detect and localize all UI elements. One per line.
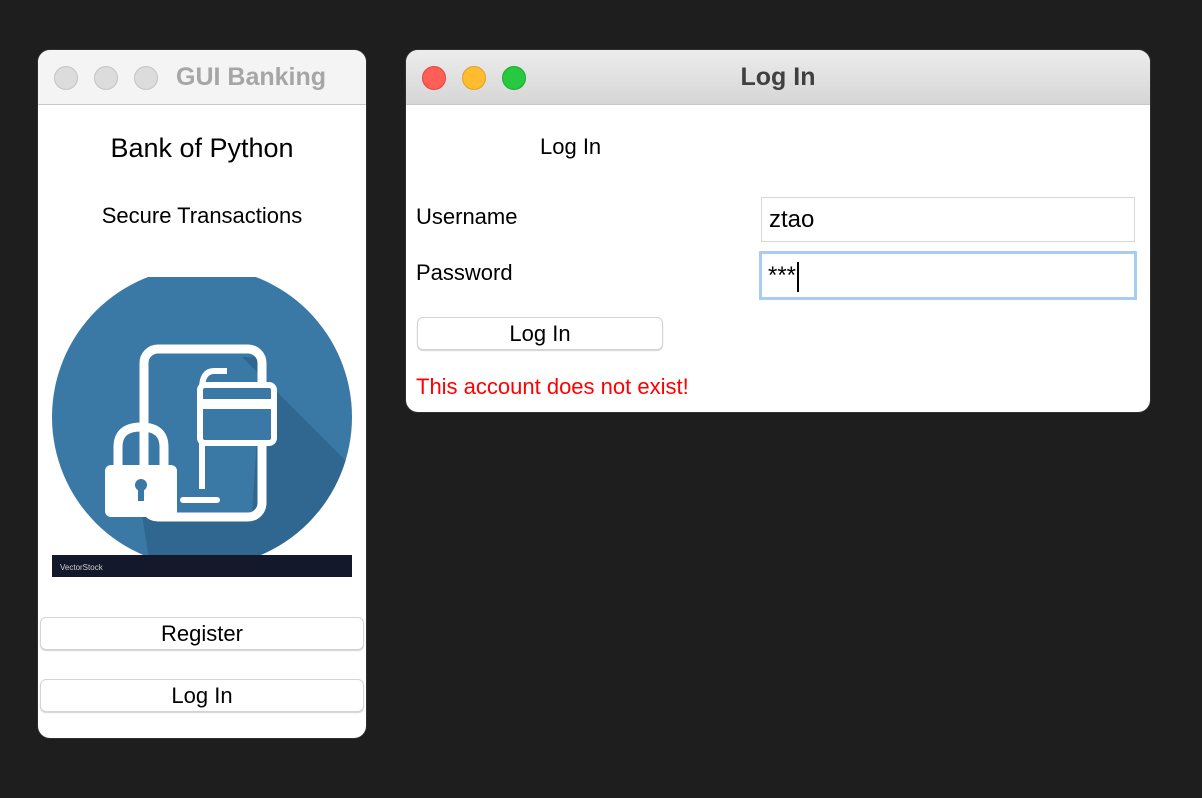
log-in-submit-button[interactable]: Log In	[417, 317, 663, 350]
gui-banking-window: GUI Banking Bank of Python Secure Transa…	[38, 50, 366, 738]
minimize-window-button[interactable]	[94, 66, 118, 90]
secure-banking-illustration: VectorStock	[52, 277, 352, 577]
bank-subtitle: Secure Transactions	[101, 203, 303, 228]
username-field[interactable]: ztao	[761, 197, 1135, 242]
register-button[interactable]: Register	[40, 617, 364, 650]
text-cursor	[797, 261, 800, 292]
password-label: Password	[416, 260, 513, 285]
log-in-button[interactable]: Log In	[40, 679, 364, 712]
password-field[interactable]: ***	[759, 251, 1137, 300]
close-window-button[interactable]	[54, 66, 78, 90]
window-title: Log In	[740, 63, 816, 91]
title-bar[interactable]: Log In	[406, 50, 1150, 105]
username-label: Username	[416, 204, 518, 229]
username-value: ztao	[769, 206, 815, 233]
password-value: ***	[768, 262, 797, 289]
watermark-text: VectorStock	[60, 563, 104, 572]
window-title: GUI Banking	[176, 63, 327, 91]
error-message: This account does not exist!	[416, 374, 689, 399]
login-heading: Log In	[540, 134, 602, 159]
zoom-window-button[interactable]	[134, 66, 158, 90]
bank-title: Bank of Python	[110, 133, 294, 163]
log-in-window: Log In Log In Username ztao Password ***…	[406, 50, 1150, 412]
title-bar[interactable]: GUI Banking	[38, 50, 366, 105]
